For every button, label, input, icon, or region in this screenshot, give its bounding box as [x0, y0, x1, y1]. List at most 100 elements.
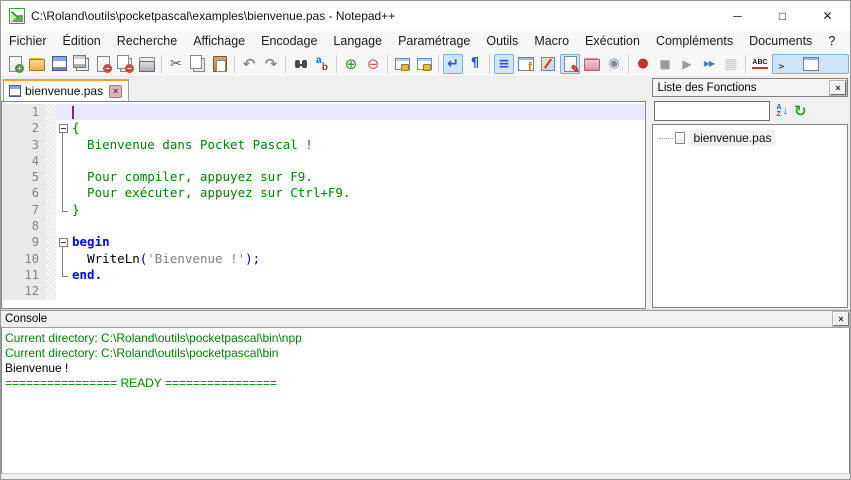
fold-margin	[56, 104, 70, 120]
code-text: Bienvenue dans Pocket Pascal !	[70, 137, 645, 153]
bookmark-margin[interactable]	[46, 251, 56, 267]
spell-check-icon[interactable]	[750, 54, 770, 74]
open-file-icon[interactable]	[27, 54, 47, 74]
function-tree-item[interactable]: bienvenue.pas	[655, 129, 845, 147]
find-icon[interactable]	[290, 54, 310, 74]
menu-item-documents[interactable]: Documents	[741, 32, 820, 50]
bookmark-margin[interactable]	[46, 137, 56, 153]
indent-guide-icon[interactable]: ≡	[494, 54, 514, 74]
bookmark-margin[interactable]	[46, 267, 56, 283]
sort-az-icon[interactable]: A Z ↓	[776, 104, 788, 118]
menu-item-macro[interactable]: Macro	[526, 32, 577, 50]
minimize-button[interactable]: ─	[715, 1, 760, 31]
menu-item-edition[interactable]: Édition	[55, 32, 109, 50]
code-text: Pour compiler, appuyez sur F9.	[70, 169, 645, 185]
show-all-chars-icon[interactable]: ¶	[465, 54, 485, 74]
save-all-icon[interactable]	[71, 54, 91, 74]
bookmark-margin[interactable]	[46, 202, 56, 218]
zoom-in-icon[interactable]: ⊕	[341, 54, 361, 74]
zoom-out-icon[interactable]: ⊖	[363, 54, 383, 74]
menu-item-execution[interactable]: Exécution	[577, 32, 648, 50]
copy-icon[interactable]	[188, 54, 208, 74]
sync-horizontal-scroll-icon[interactable]	[414, 54, 434, 74]
undo-icon[interactable]: ↶	[239, 54, 259, 74]
function-list-icon[interactable]	[516, 54, 536, 74]
menu-item-help[interactable]: ?	[820, 32, 843, 50]
menu-item-outils[interactable]: Outils	[478, 32, 526, 50]
code-text: }	[70, 202, 645, 218]
refresh-icon[interactable]: ↻	[794, 102, 807, 120]
fold-margin	[56, 218, 70, 234]
word-wrap-icon[interactable]: ↵	[443, 54, 463, 74]
menu-doc-close-icon[interactable]: X	[843, 32, 851, 50]
save-icon[interactable]	[49, 54, 69, 74]
fold-margin	[56, 251, 70, 267]
console-title: Console	[5, 313, 47, 325]
print-icon[interactable]	[137, 54, 157, 74]
sync-vertical-scroll-icon[interactable]	[392, 54, 412, 74]
bookmark-margin[interactable]	[46, 234, 56, 250]
close-button[interactable]: ✕	[805, 1, 850, 31]
tab-close-icon[interactable]: ×	[109, 85, 122, 98]
doc-map-icon[interactable]	[538, 54, 558, 74]
bookmark-margin[interactable]	[46, 283, 56, 299]
fold-collapse-icon[interactable]	[59, 124, 68, 133]
line-number: 6	[2, 185, 46, 201]
editor-line: 11end.	[2, 267, 645, 283]
maximize-button[interactable]: □	[760, 1, 805, 31]
tree-branch	[659, 138, 673, 139]
console-output[interactable]: Current directory: C:\Roland\outils\pock…	[1, 328, 850, 473]
new-file-icon[interactable]	[5, 54, 25, 74]
bookmark-margin[interactable]	[46, 120, 56, 136]
menu-item-fichier[interactable]: Fichier	[1, 32, 55, 50]
bookmark-margin[interactable]	[46, 169, 56, 185]
menu-item-affichage[interactable]: Affichage	[185, 32, 253, 50]
fold-collapse-icon[interactable]	[59, 238, 68, 247]
fold-margin[interactable]	[56, 120, 70, 136]
console-header: Console ×	[1, 310, 850, 328]
close-all-docs-icon[interactable]	[115, 54, 135, 74]
toolbar-separator	[161, 55, 162, 73]
function-list-close-icon[interactable]: ×	[830, 81, 846, 95]
bookmark-margin[interactable]	[46, 104, 56, 120]
console-close-icon[interactable]: ×	[833, 312, 849, 326]
cut-icon[interactable]: ✂	[166, 54, 186, 74]
code-text: Pour exécuter, appuyez sur Ctrl+F9.	[70, 185, 645, 201]
function-list-toolbar: A Z ↓ ↻	[652, 97, 848, 124]
saved-file-icon	[9, 85, 21, 97]
toolbar: ✂↶↷⊕⊖↵¶≡◉●■▶▶▶▦	[1, 51, 850, 77]
menu-item-parametrage[interactable]: Paramétrage	[390, 32, 478, 50]
play-macro-icon[interactable]: ▶	[677, 54, 697, 74]
tab-bienvenue[interactable]: bienvenue.pas ×	[3, 79, 129, 101]
code-editor[interactable]: 12{3 Bienvenue dans Pocket Pascal !45 Po…	[1, 101, 646, 309]
line-number: 9	[2, 234, 46, 250]
bookmark-margin[interactable]	[46, 153, 56, 169]
doc-list-icon[interactable]	[560, 54, 580, 74]
menu-bar: FichierÉditionRechercheAffichageEncodage…	[1, 31, 850, 51]
menu-item-encodage[interactable]: Encodage	[253, 32, 325, 50]
replace-icon[interactable]	[312, 54, 332, 74]
close-doc-icon[interactable]	[93, 54, 113, 74]
code-text: {	[70, 120, 645, 136]
fold-margin[interactable]	[56, 234, 70, 250]
console-toggle-icon[interactable]	[772, 54, 849, 74]
function-search-input[interactable]	[654, 101, 770, 121]
record-macro-icon[interactable]: ●	[633, 54, 653, 74]
folder-workspace-icon[interactable]	[582, 54, 602, 74]
bookmark-margin[interactable]	[46, 185, 56, 201]
stop-macro-icon[interactable]: ■	[655, 54, 675, 74]
title-bar: C:\Roland\outils\pocketpascal\examples\b…	[1, 1, 850, 31]
fold-margin	[56, 283, 70, 299]
toolbar-separator	[628, 55, 629, 73]
line-number: 2	[2, 120, 46, 136]
run-macro-multi-icon[interactable]: ▶▶	[699, 54, 719, 74]
menu-item-recherche[interactable]: Recherche	[109, 32, 185, 50]
toolbar-separator	[285, 55, 286, 73]
redo-icon[interactable]: ↷	[261, 54, 281, 74]
console-line: Current directory: C:\Roland\outils\pock…	[5, 331, 849, 346]
bookmark-margin[interactable]	[46, 218, 56, 234]
paste-icon[interactable]	[210, 54, 230, 74]
monitoring-eye-icon[interactable]: ◉	[604, 54, 624, 74]
menu-item-complements[interactable]: Compléments	[648, 32, 741, 50]
menu-item-langage[interactable]: Langage	[325, 32, 390, 50]
